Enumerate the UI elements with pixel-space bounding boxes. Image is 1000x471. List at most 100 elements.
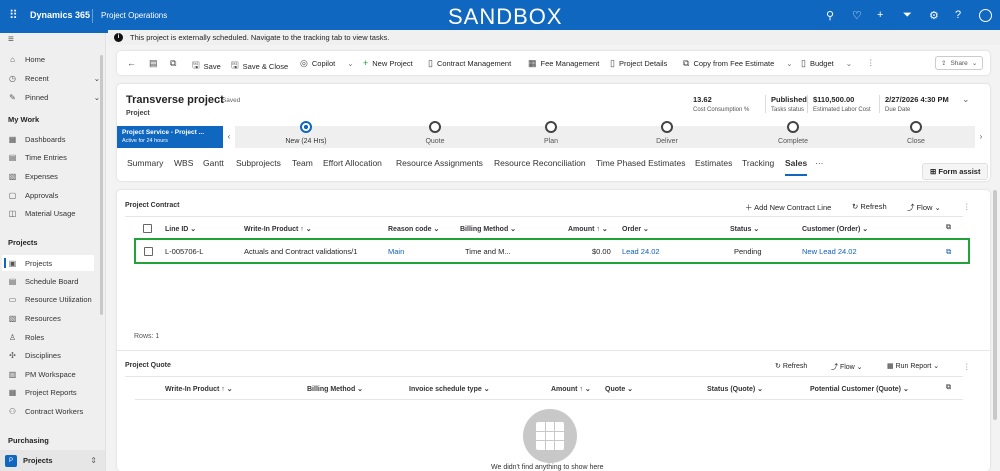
save-button[interactable]: 🖫 Save [192,58,221,74]
customer-link[interactable]: New Lead 24.02 [802,247,857,256]
stage-quote[interactable]: Quote [395,121,475,145]
bpf-next-icon[interactable]: › [975,126,987,148]
main-scrollbar[interactable] [993,190,997,420]
sidebar-item-roles[interactable]: ♙ Roles [8,333,100,342]
sidebar-item-home[interactable]: ⌂ Home [8,55,100,64]
sidebar-item-resources[interactable]: ▧ Resources [8,314,100,323]
more-commands-icon[interactable]: ⋮ [867,58,875,67]
add-contract-line-button[interactable]: ＋ Add New Contract Line [745,202,831,213]
expand-header-icon[interactable]: ⌄ [962,94,970,105]
copilot-button[interactable]: ◎ Copilot ⌄ [300,58,354,69]
col-write-in-product[interactable]: Write-In Product ↑ ⌄ [244,225,312,233]
tab-subprojects[interactable]: Subprojects [236,158,281,168]
lightbulb-icon[interactable]: ♡ [852,9,862,22]
save-close-button[interactable]: 🖫 Save & Close [231,58,288,74]
stage-plan[interactable]: Plan [511,121,591,145]
col-amount[interactable]: Amount ↑ ⌄ [551,385,591,393]
app-launcher-icon[interactable]: ⠿ [9,8,18,22]
tab-sales[interactable]: Sales [785,158,808,176]
sidebar-item-resource-utilization[interactable]: ▭ Resource Utilization [8,295,100,304]
sidebar-item-schedule-board[interactable]: ▤ Schedule Board [8,277,100,286]
tab-resource-reconciliation[interactable]: Resource Reconciliation [494,158,586,168]
sidebar-item-approvals[interactable]: ▢ Approvals [8,191,100,200]
stage-deliver[interactable]: Deliver [627,121,707,145]
col-billing-method[interactable]: Billing Method ⌄ [460,225,516,233]
quote-refresh-button[interactable]: ↻ Refresh [775,362,807,370]
tab-team[interactable]: Team [292,158,313,168]
bpf-prev-icon[interactable]: ‹ [223,126,235,148]
area-switcher[interactable]: P Projects ⇕ [0,450,105,471]
tab-wbs[interactable]: WBS [174,158,193,168]
contract-management-button[interactable]: ▯ Contract Management [428,58,511,69]
quote-more-icon[interactable]: ⋮ [963,362,971,371]
order-link[interactable]: Lead 24.02 [622,247,660,256]
open-view-icon[interactable]: ⧉ [946,384,951,392]
form-view-icon[interactable]: ▤ [149,58,158,69]
copy-fee-estimate-button[interactable]: ⧉ Copy from Fee Estimate ⌄ [683,58,793,69]
col-order[interactable]: Order ⌄ [622,225,649,233]
contract-refresh-button[interactable]: ↻ Refresh [852,202,887,211]
col-reason-code[interactable]: Reason code ⌄ [388,225,439,233]
col-line-id[interactable]: Line ID ⌄ [165,225,196,233]
open-record-icon[interactable]: ⧉ [946,247,951,257]
help-icon[interactable]: ? [955,9,961,21]
select-all-checkbox[interactable] [143,224,152,233]
contract-flow-button[interactable]: ⤴ Flow ⌄ [907,202,941,213]
tab-gantt[interactable]: Gantt [203,158,224,168]
table-row[interactable]: L-005706-L Actuals and Contract validati… [134,238,970,264]
tab-effort-allocation[interactable]: Effort Allocation [323,158,382,168]
sidebar-item-disciplines[interactable]: ✣ Disciplines [8,351,100,360]
avatar-icon[interactable] [979,9,992,22]
col-status[interactable]: Status ⌄ [730,225,759,233]
bpf-process-button[interactable]: Project Service - Project ... Active for… [117,126,223,148]
sidebar-item-expenses[interactable]: ▧ Expenses [8,172,100,181]
tab-more[interactable]: ··· [815,158,824,168]
tab-estimates[interactable]: Estimates [695,158,732,168]
contract-more-icon[interactable]: ⋮ [963,202,971,211]
share-button[interactable]: ⇪ Share ⌄ [935,56,984,70]
sidebar-item-recent[interactable]: ◷ Recent ⌄ [8,74,100,83]
tab-time-phased-estimates[interactable]: Time Phased Estimates [596,158,685,168]
tab-summary[interactable]: Summary [127,158,163,168]
filter-icon[interactable]: ⏷ [903,9,912,22]
back-icon[interactable]: ← [127,58,136,68]
col-write-in-product[interactable]: Write-In Product ↑ ⌄ [165,385,233,393]
quote-flow-button[interactable]: ⤴ Flow ⌄ [831,362,863,372]
sidebar-item-dashboards[interactable]: ▦ Dashboards [8,135,100,144]
project-details-button[interactable]: ▯ Project Details [610,58,667,69]
sidebar-item-pinned[interactable]: ✎ Pinned ⌄ [8,93,100,102]
gear-icon[interactable]: ⚙ [929,9,939,22]
sidebar-item-contract-workers[interactable]: ⚇ Contract Workers [8,407,100,416]
tab-tracking[interactable]: Tracking [742,158,774,168]
sidebar-scrollbar[interactable] [100,55,103,315]
plus-icon[interactable]: + [877,9,883,21]
sidebar-item-projects[interactable]: ▣ Projects [2,255,94,271]
tab-resource-assignments[interactable]: Resource Assignments [396,158,483,168]
col-potential-customer[interactable]: Potential Customer (Quote) ⌄ [810,385,909,393]
budget-button[interactable]: ▯ Budget ⌄ [801,58,852,69]
stage-close[interactable]: Close [876,121,956,145]
stage-complete[interactable]: Complete [753,121,833,145]
brand[interactable]: Dynamics 365 [30,10,90,20]
row-checkbox[interactable] [144,247,153,256]
new-project-button[interactable]: + New Project [363,58,413,68]
col-customer-order[interactable]: Customer (Order) ⌄ [802,225,868,233]
sidebar-item-project-reports[interactable]: ▦ Project Reports [8,388,100,397]
search-icon[interactable]: ⚲ [826,9,834,22]
sidebar-item-time-entries[interactable]: ▤ Time Entries [8,153,100,162]
sidebar-item-pm-workspace[interactable]: ▥ PM Workspace [8,370,100,379]
popout-icon[interactable]: ⧉ [170,58,176,69]
stage-new[interactable]: New (24 Hrs) [266,121,346,145]
form-assist-button[interactable]: ⊞ Form assist [922,163,988,180]
fee-management-button[interactable]: ▦ Fee Management [528,58,599,69]
col-billing-method[interactable]: Billing Method ⌄ [307,385,363,393]
reason-code-link[interactable]: Main [388,247,404,256]
col-invoice-schedule-type[interactable]: Invoice schedule type ⌄ [409,385,490,393]
col-quote[interactable]: Quote ⌄ [605,385,633,393]
app-name[interactable]: Project Operations [101,11,167,20]
run-report-button[interactable]: ▦ Run Report ⌄ [887,362,939,370]
hamburger-icon[interactable]: ≡ [8,34,14,45]
col-status-quote[interactable]: Status (Quote) ⌄ [707,385,763,393]
sidebar-item-material-usage[interactable]: ◫ Material Usage [8,209,100,218]
col-amount[interactable]: Amount ↑ ⌄ [568,225,608,233]
